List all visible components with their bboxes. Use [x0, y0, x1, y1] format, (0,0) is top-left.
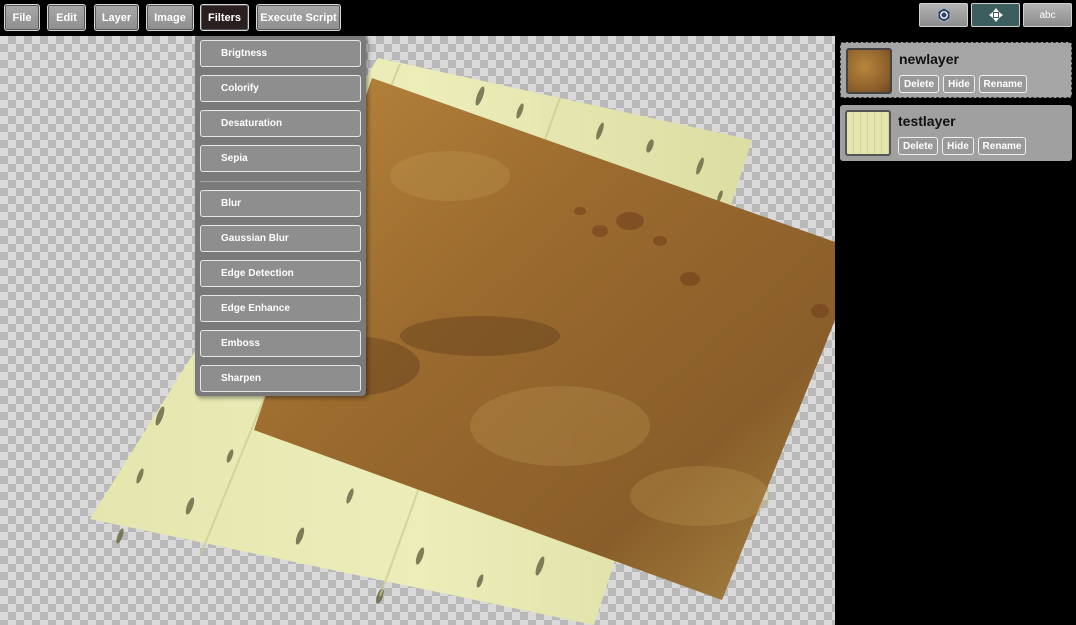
filter-item-desaturation[interactable]: Desaturation	[200, 110, 361, 137]
canvas-layers	[90, 58, 835, 625]
rotate-icon	[937, 7, 950, 23]
layer-name: testlayer	[898, 113, 956, 129]
move-tool-button[interactable]	[971, 3, 1020, 27]
layer-item-testlayer[interactable]: testlayer Delete Hide Rename	[840, 105, 1072, 161]
layer-hide-button[interactable]: Hide	[942, 137, 974, 155]
menu-execute-script-button[interactable]: Execute Script	[256, 4, 341, 31]
layer-name: newlayer	[899, 51, 959, 67]
menu-filters-button[interactable]: Filters	[200, 4, 249, 31]
layer-thumbnail	[846, 48, 892, 94]
filter-item-sepia[interactable]: Sepia	[200, 145, 361, 172]
filter-item-colorify[interactable]: Colorify	[200, 75, 361, 102]
filter-item-gaussian-blur[interactable]: Gaussian Blur	[200, 225, 361, 252]
filter-item-emboss[interactable]: Emboss	[200, 330, 361, 357]
layer-delete-button[interactable]: Delete	[899, 75, 939, 93]
filter-item-edge-detection[interactable]: Edge Detection	[200, 260, 361, 287]
layer-thumbnail	[845, 110, 891, 156]
filter-item-edge-enhance[interactable]: Edge Enhance	[200, 295, 361, 322]
layers-panel: newlayer Delete Hide Rename testlayer De…	[835, 36, 1076, 625]
menu-bar: File Edit Layer Image Filters Execute Sc…	[0, 0, 1076, 36]
menu-image-button[interactable]: Image	[146, 4, 194, 31]
layer-delete-button[interactable]: Delete	[898, 137, 938, 155]
text-tool-button[interactable]: abc	[1023, 3, 1072, 27]
menu-file-button[interactable]: File	[4, 4, 40, 31]
layer-rename-button[interactable]: Rename	[978, 137, 1026, 155]
rotate-tool-button[interactable]	[919, 3, 968, 27]
filter-item-sharpen[interactable]: Sharpen	[200, 365, 361, 392]
filter-item-brightness[interactable]: Brigtness	[200, 40, 361, 67]
menu-edit-button[interactable]: Edit	[47, 4, 86, 31]
filters-dropdown-menu: Brigtness Colorify Desaturation Sepia Bl…	[195, 36, 366, 396]
move-icon	[988, 8, 1003, 22]
menu-divider	[200, 181, 361, 182]
layer-item-newlayer[interactable]: newlayer Delete Hide Rename	[840, 42, 1072, 98]
image-canvas[interactable]	[0, 36, 835, 625]
menu-layer-button[interactable]: Layer	[94, 4, 139, 31]
filter-item-blur[interactable]: Blur	[200, 190, 361, 217]
layer-hide-button[interactable]: Hide	[943, 75, 975, 93]
layer-rename-button[interactable]: Rename	[979, 75, 1027, 93]
